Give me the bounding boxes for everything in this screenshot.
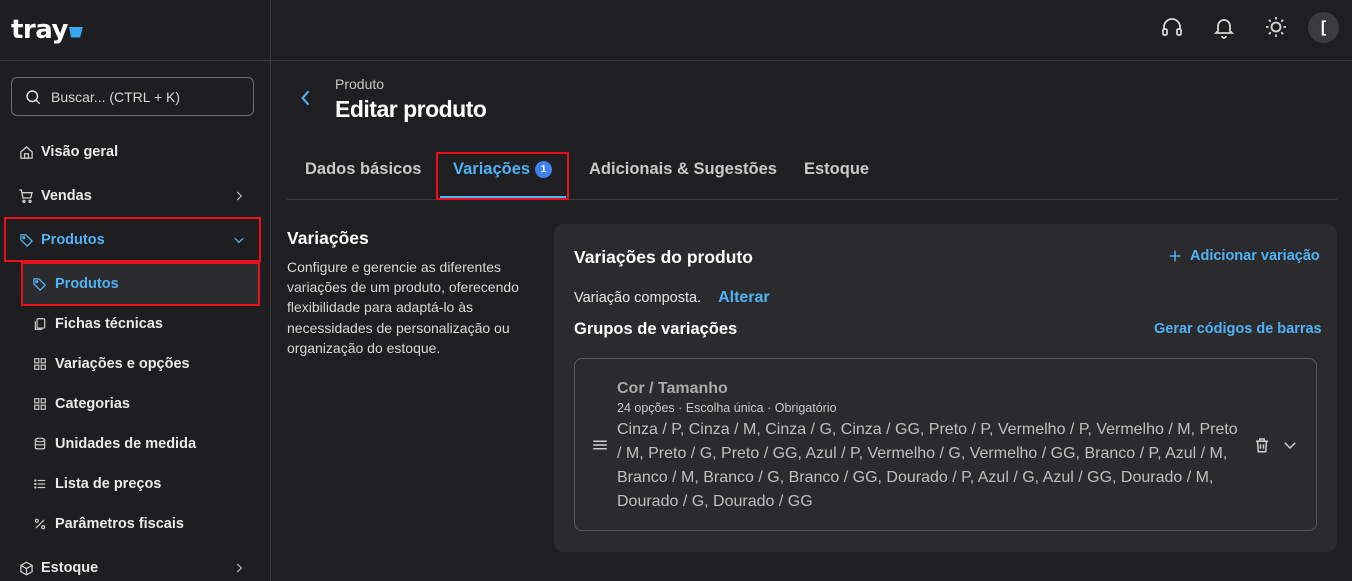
section-title: Variações xyxy=(287,228,369,248)
sidebar-item-estoque[interactable]: Estoque xyxy=(18,556,258,580)
composition-row: Variação composta. Alterar xyxy=(574,289,770,307)
chevron-right-icon xyxy=(236,563,243,573)
group-title: Cor / Tamanho xyxy=(617,380,728,397)
percent-icon xyxy=(32,517,47,532)
back-arrow-icon[interactable] xyxy=(296,88,316,108)
bell-icon[interactable] xyxy=(1211,14,1237,40)
sun-icon[interactable] xyxy=(1263,14,1289,40)
home-icon xyxy=(18,144,34,160)
cart-logo-icon xyxy=(68,26,83,38)
highlight-box-produtos xyxy=(4,217,261,262)
logo-text: tray xyxy=(11,15,68,45)
sidebar: tray Buscar... (CTRL + K) Visão geral Ve… xyxy=(0,0,271,581)
tab-dados-basicos[interactable]: Dados básicos xyxy=(305,160,421,179)
chevron-right-icon xyxy=(236,191,243,201)
section-description: Configure e gerencie as diferentes varia… xyxy=(287,259,519,356)
tray-logo[interactable]: tray xyxy=(11,12,83,48)
sidebar-subitem-label: Variações e opções xyxy=(55,356,190,372)
group-values: Cinza / P, Cinza / M, Cinza / G, Cinza /… xyxy=(617,421,1238,510)
sidebar-subitem-label: Lista de preços xyxy=(55,476,162,492)
sidebar-subitem-label: Parâmetros fiscais xyxy=(55,516,184,532)
headset-icon[interactable] xyxy=(1159,14,1185,40)
sidebar-item-label: Visão geral xyxy=(41,144,119,160)
tab-estoque[interactable]: Estoque xyxy=(804,160,869,179)
box-icon xyxy=(18,560,34,576)
sheet-icon xyxy=(32,317,47,332)
grid-icon xyxy=(32,397,47,412)
chevron-down-icon[interactable] xyxy=(1281,436,1299,454)
sidebar-subitem-categorias[interactable]: Categorias xyxy=(32,392,130,416)
card-title: Variações do produto xyxy=(574,247,753,267)
sidebar-subitem-parametros-fiscais[interactable]: Parâmetros fiscais xyxy=(32,512,184,536)
sidebar-subitem-unidades-medida[interactable]: Unidades de medida xyxy=(32,432,196,456)
sidebar-subitem-variacoes-opcoes[interactable]: Variações e opções xyxy=(32,352,190,376)
highlight-box-subitem-produtos xyxy=(21,262,260,306)
add-variation-label: Adicionar variação xyxy=(1190,248,1320,264)
sidebar-subitem-label: Unidades de medida xyxy=(55,436,197,452)
grid-icon xyxy=(32,357,47,372)
sidebar-subitem-fichas-tecnicas[interactable]: Fichas técnicas xyxy=(32,312,163,336)
database-icon xyxy=(32,437,47,452)
search-placeholder: Buscar... (CTRL + K) xyxy=(51,88,181,105)
sidebar-item-label: Vendas xyxy=(41,188,92,204)
page-title: Editar produto xyxy=(335,96,487,122)
group-meta: 24 opções · Escolha única · Obrigatório xyxy=(617,401,837,415)
change-link[interactable]: Alterar xyxy=(718,289,770,307)
list-icon xyxy=(32,477,47,492)
highlight-box-tab-variacoes xyxy=(436,152,569,200)
sidebar-item-visao-geral[interactable]: Visão geral xyxy=(18,140,258,164)
breadcrumb[interactable]: Produto xyxy=(335,76,384,92)
sidebar-item-vendas[interactable]: Vendas xyxy=(18,184,258,208)
trash-icon[interactable] xyxy=(1253,436,1271,454)
composition-text: Variação composta. xyxy=(574,290,702,306)
generate-barcodes-link[interactable]: Gerar códigos de barras xyxy=(1154,321,1322,337)
sidebar-subitem-lista-precos[interactable]: Lista de preços xyxy=(32,472,161,496)
sidebar-subitem-label: Fichas técnicas xyxy=(55,316,163,332)
sidebar-subitem-label: Categorias xyxy=(55,396,130,412)
top-bar xyxy=(271,0,1352,61)
cart-icon xyxy=(18,188,34,204)
drag-handle-icon[interactable] xyxy=(591,436,609,454)
plus-icon xyxy=(1169,250,1181,262)
sidebar-divider xyxy=(0,60,271,61)
sidebar-item-label: Estoque xyxy=(41,560,99,576)
search-input[interactable]: Buscar... (CTRL + K) xyxy=(11,77,254,116)
avatar[interactable]: [ xyxy=(1308,12,1339,43)
add-variation-button[interactable]: Adicionar variação xyxy=(1167,248,1320,264)
tab-adicionais-sugestoes[interactable]: Adicionais & Sugestões xyxy=(589,160,777,179)
search-icon xyxy=(26,89,41,104)
groups-title: Grupos de variações xyxy=(574,320,738,338)
